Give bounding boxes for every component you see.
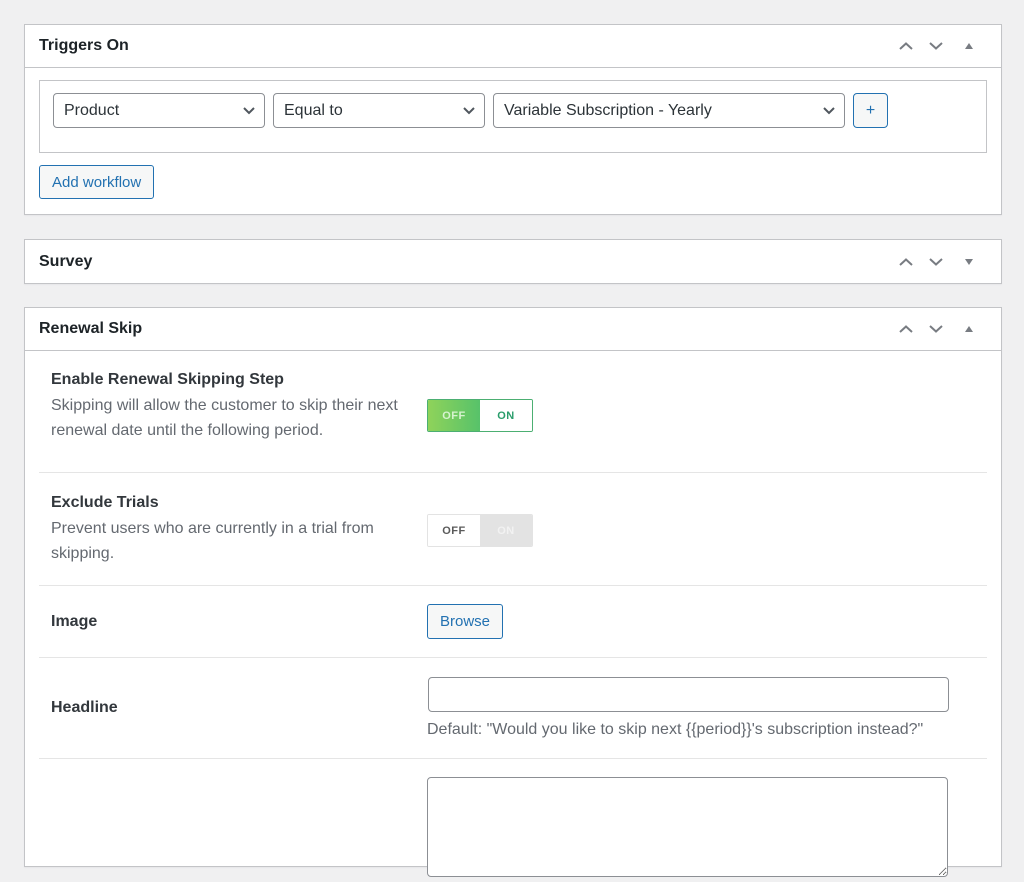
enable-skipping-row: Enable Renewal Skipping Step Skipping wi… [39, 351, 987, 473]
renewal-skip-panel: Renewal Skip Enable Renewal Skipping Ste… [24, 307, 1002, 877]
renewal-skip-header[interactable]: Renewal Skip [25, 308, 1001, 351]
move-down-button[interactable] [921, 314, 951, 344]
chevron-down-icon [463, 107, 475, 115]
browse-image-button[interactable]: Browse [427, 604, 504, 639]
trigger-condition-row: Product Equal to Variable Subscription -… [39, 80, 987, 153]
panel-title: Triggers On [39, 37, 129, 54]
add-condition-button[interactable]: + [853, 93, 888, 128]
headline-hint: Default: "Would you like to skip next {{… [427, 721, 924, 738]
triangle-up-icon [965, 326, 973, 332]
select-value: Product [64, 101, 120, 119]
select-value: Variable Subscription - Yearly [504, 101, 712, 119]
move-up-button[interactable] [891, 314, 921, 344]
row-label: Enable Renewal Skipping Step Skipping wi… [39, 371, 427, 472]
toggle-panel-button[interactable] [951, 314, 987, 344]
toggle-panel-button[interactable] [951, 247, 987, 277]
row-label [39, 777, 427, 882]
triangle-up-icon [965, 43, 973, 49]
image-row: Image Browse [39, 586, 987, 658]
settings-rows: Enable Renewal Skipping Step Skipping wi… [25, 351, 1001, 882]
triggers-on-panel: Triggers On Product Equal to Variable Su… [24, 24, 1002, 215]
panel-title: Survey [39, 252, 93, 270]
exclude-trials-row: Exclude Trials Prevent users who are cur… [39, 473, 987, 586]
setting-title: Headline [51, 699, 118, 716]
select-value: Equal to [284, 101, 343, 119]
move-up-button[interactable] [891, 31, 921, 61]
chevron-up-icon [899, 42, 913, 50]
triangle-down-icon [965, 258, 973, 265]
setting-description: Skipping will allow the customer to skip… [51, 397, 398, 439]
enable-skipping-toggle[interactable]: OFF ON [427, 399, 533, 432]
chevron-down-icon [929, 257, 943, 266]
row-label: Image [39, 613, 427, 631]
description-textarea[interactable] [427, 777, 948, 877]
move-down-button[interactable] [921, 31, 951, 61]
survey-panel: Survey [24, 239, 1002, 284]
setting-title: Exclude Trials [51, 494, 159, 511]
chevron-down-icon [929, 325, 943, 333]
move-up-button[interactable] [891, 247, 921, 277]
row-field: OFF ON [427, 494, 987, 585]
exclude-trials-toggle[interactable]: OFF ON [427, 514, 533, 547]
row-label: Headline [39, 699, 427, 717]
chevron-down-icon [929, 42, 943, 50]
toggle-on-label: ON [480, 515, 532, 546]
move-down-button[interactable] [921, 247, 951, 277]
condition-value-select[interactable]: Variable Subscription - Yearly [493, 93, 845, 128]
chevron-down-icon [243, 107, 255, 115]
setting-title: Image [51, 612, 98, 630]
row-label: Exclude Trials Prevent users who are cur… [39, 494, 427, 585]
chevron-up-icon [899, 325, 913, 333]
description-row [39, 759, 987, 882]
add-workflow-button[interactable]: Add workflow [39, 165, 155, 199]
panel-title: Renewal Skip [39, 320, 143, 337]
toggle-off-label: OFF [428, 515, 480, 546]
headline-row: Headline Default: "Would you like to ski… [39, 658, 987, 759]
setting-description: Prevent users who are currently in a tri… [51, 520, 374, 562]
condition-operator-select[interactable]: Equal to [273, 93, 485, 128]
toggle-off-label: OFF [428, 400, 480, 431]
toggle-panel-button[interactable] [951, 31, 987, 61]
row-field: Default: "Would you like to skip next {{… [427, 677, 987, 739]
handle-actions [891, 247, 987, 277]
handle-actions [891, 314, 987, 344]
setting-title: Enable Renewal Skipping Step [51, 371, 284, 388]
condition-field-select[interactable]: Product [53, 93, 265, 128]
toggle-on-label: ON [480, 400, 532, 431]
handle-actions [891, 31, 987, 61]
chevron-down-icon [823, 107, 835, 115]
row-field [427, 777, 987, 882]
headline-input[interactable] [428, 677, 949, 712]
row-field: OFF ON [427, 371, 987, 472]
triggers-on-header[interactable]: Triggers On [25, 25, 1001, 68]
survey-header[interactable]: Survey [25, 240, 1001, 283]
row-field: Browse [427, 604, 987, 639]
chevron-up-icon [899, 257, 913, 266]
